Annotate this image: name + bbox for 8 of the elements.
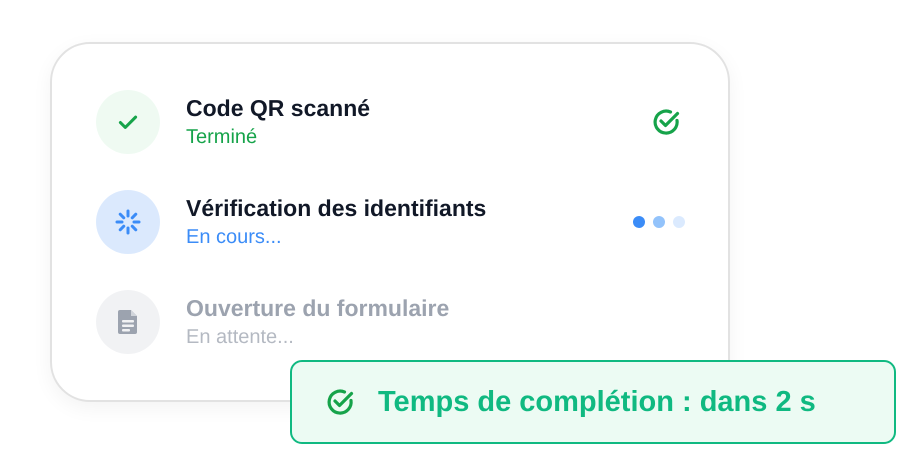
step-status: Terminé [186, 125, 258, 150]
step-title: Ouverture du formulaire [186, 294, 450, 323]
step-status: En attente... [186, 325, 294, 350]
step-title: Code QR scanné [186, 94, 370, 123]
step-status: En cours... [186, 225, 282, 250]
step-title: Vérification des identifiants [186, 194, 486, 223]
completion-text: Temps de complétion : dans 2 s [378, 386, 816, 418]
loading-dots-icon [632, 215, 686, 229]
